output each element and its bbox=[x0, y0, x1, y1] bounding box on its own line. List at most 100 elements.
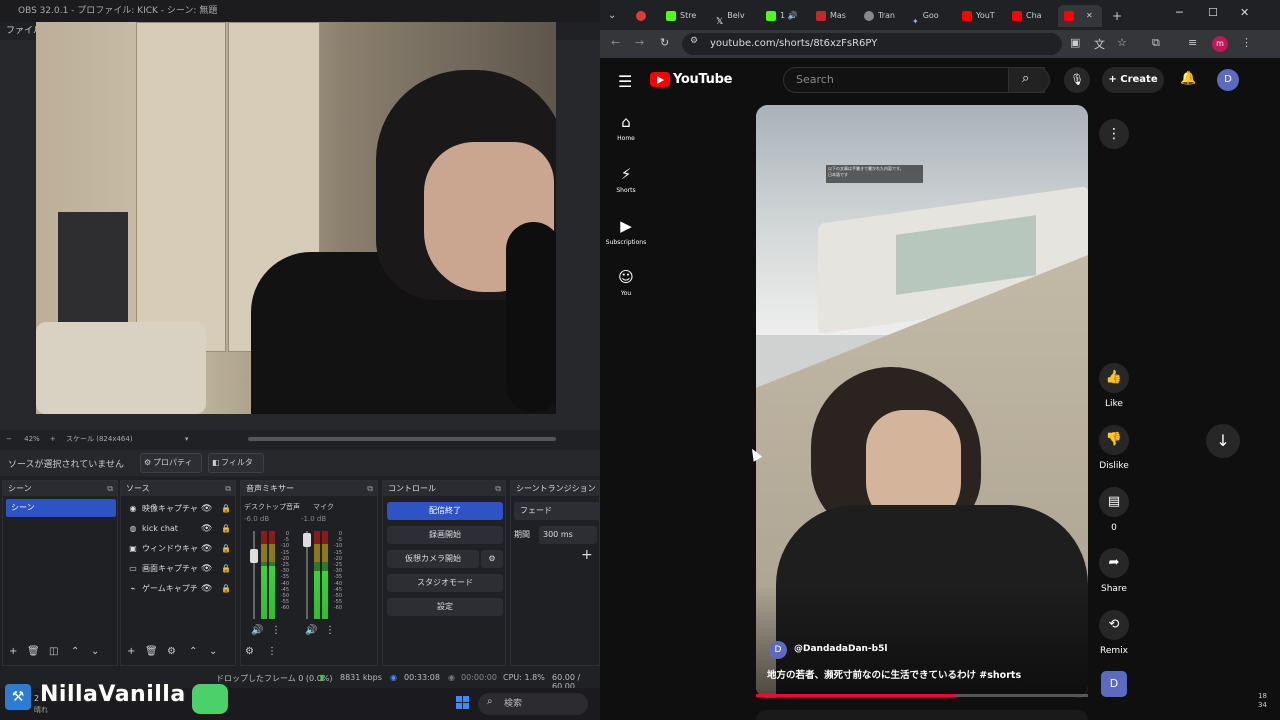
speaker-icon[interactable]: 🔊 bbox=[305, 625, 317, 636]
next-video-arrow-icon[interactable]: ↓ bbox=[1206, 424, 1240, 458]
address-bar[interactable]: youtube.com/shorts/8t6xzFsR6PY bbox=[682, 33, 1062, 55]
duration-input[interactable]: 300 ms bbox=[539, 526, 597, 544]
add-transition-icon[interactable]: + bbox=[581, 547, 593, 563]
window-close-icon[interactable]: ✕ bbox=[1240, 6, 1249, 19]
media-controls-icon[interactable]: ≡ bbox=[1188, 36, 1197, 49]
extensions-icon[interactable]: ⧉ bbox=[1152, 36, 1160, 50]
tab[interactable]: 𝕏Belv bbox=[716, 5, 756, 27]
zoom-out-icon[interactable]: − bbox=[6, 435, 12, 443]
source-row[interactable]: ▭ 画面キャプチャ 👁 🔒 bbox=[127, 560, 235, 578]
chevron-down-icon[interactable]: ▾ bbox=[185, 435, 189, 443]
dock-float-icon[interactable]: ⧉ bbox=[107, 481, 113, 496]
comments-button[interactable]: ▤ 0 bbox=[1096, 487, 1132, 533]
dock-float-icon[interactable]: ⧉ bbox=[367, 481, 373, 496]
move-up-icon[interactable]: ⌃ bbox=[189, 646, 197, 657]
channel-name[interactable]: @DandadaDan-b5l bbox=[794, 644, 887, 654]
minimize-icon[interactable]: ─ bbox=[1176, 6, 1183, 19]
virtual-camera-button[interactable]: 仮想カメラ開始 bbox=[387, 550, 479, 568]
start-recording-button[interactable]: 録画開始 bbox=[387, 526, 503, 544]
like-button[interactable]: 👍 Like bbox=[1096, 363, 1132, 409]
dock-float-icon[interactable]: ⧉ bbox=[225, 481, 231, 496]
lock-icon[interactable]: 🔒 bbox=[221, 540, 231, 558]
volume-fader-handle[interactable] bbox=[303, 533, 311, 547]
stop-streaming-button[interactable]: 配信終了 bbox=[387, 502, 503, 520]
windows-start-icon[interactable] bbox=[456, 696, 470, 710]
audio-source-avatar[interactable]: D bbox=[1101, 671, 1127, 697]
close-icon[interactable]: ✕ bbox=[1086, 11, 1093, 20]
short-title[interactable]: 地方の若者、瀕死寸前なのに生活できているわけ #shorts bbox=[767, 667, 1021, 681]
tab[interactable]: 1 🔊 bbox=[766, 5, 806, 27]
tab-active[interactable]: ✕ bbox=[1058, 5, 1102, 27]
move-down-icon[interactable]: ⌄ bbox=[209, 646, 217, 657]
tab[interactable]: ✦Goo bbox=[912, 5, 952, 27]
move-up-icon[interactable]: ⌃ bbox=[71, 646, 79, 657]
lock-icon[interactable]: 🔒 bbox=[221, 580, 231, 598]
virtual-camera-settings-button[interactable]: ⚙ bbox=[481, 550, 503, 568]
move-down-icon[interactable]: ⌄ bbox=[91, 646, 99, 657]
transition-select[interactable]: フェード bbox=[514, 502, 600, 520]
tab[interactable]: Mas bbox=[816, 5, 856, 27]
new-tab-button[interactable]: + bbox=[1112, 5, 1126, 27]
nav-subscriptions[interactable]: ▶ Subscriptions bbox=[604, 217, 648, 246]
add-icon[interactable]: + bbox=[127, 646, 135, 657]
more-vertical-icon[interactable]: ⋮ bbox=[325, 625, 335, 636]
lock-icon[interactable]: 🔒 bbox=[221, 520, 231, 538]
reload-icon[interactable]: ↻ bbox=[660, 36, 669, 49]
filter-icon[interactable]: ◫ bbox=[49, 646, 58, 657]
eye-icon[interactable]: 👁 bbox=[201, 540, 212, 558]
source-row[interactable]: ▣ ウィンドウキャプチ👁 🔒 bbox=[127, 540, 235, 558]
source-row[interactable]: ⌁ ゲームキャプチャ👁 🔒 bbox=[127, 580, 235, 598]
eye-icon[interactable]: 👁 bbox=[201, 520, 212, 538]
nav-home[interactable]: ⌂ Home bbox=[604, 113, 648, 142]
back-icon[interactable]: ← bbox=[611, 36, 620, 49]
notifications-bell-icon[interactable]: 🔔 bbox=[1180, 71, 1196, 86]
share-button[interactable]: ➦ Share bbox=[1096, 548, 1132, 594]
studio-mode-button[interactable]: スタジオモード bbox=[387, 574, 503, 592]
preview-horizontal-scrollbar[interactable] bbox=[248, 437, 556, 441]
remix-button[interactable]: ⟲ Remix bbox=[1096, 610, 1132, 656]
tab[interactable]: Cha bbox=[1012, 5, 1052, 27]
tab[interactable]: Tran bbox=[864, 5, 904, 27]
more-vertical-icon[interactable]: ⋮ bbox=[1241, 36, 1252, 49]
trash-icon[interactable]: 🗑 bbox=[27, 646, 40, 657]
dislike-button[interactable]: 👎 Dislike bbox=[1096, 425, 1132, 471]
settings-button[interactable]: 設定 bbox=[387, 598, 503, 616]
tab[interactable]: YouT bbox=[962, 5, 1002, 27]
nav-shorts[interactable]: ⚡ Shorts bbox=[604, 165, 648, 194]
tab[interactable]: Stre bbox=[666, 5, 706, 27]
webcam-preview[interactable] bbox=[36, 22, 556, 414]
site-info-icon[interactable]: ⚙ bbox=[690, 36, 698, 46]
lock-icon[interactable]: 🔒 bbox=[221, 560, 231, 578]
tab-search-icon[interactable]: ⌄ bbox=[608, 5, 624, 27]
more-vertical-icon[interactable]: ⋮ bbox=[271, 625, 281, 636]
youtube-wordmark[interactable]: YouTube bbox=[673, 72, 732, 87]
dock-float-icon[interactable]: ⧉ bbox=[495, 481, 501, 496]
volume-fader-handle[interactable] bbox=[250, 549, 258, 563]
forward-icon[interactable]: → bbox=[635, 36, 644, 49]
search-input[interactable]: Search bbox=[783, 67, 1045, 93]
scene-item[interactable]: シーン bbox=[6, 499, 116, 517]
preview-scale[interactable]: スケール (824x464) bbox=[66, 435, 133, 443]
lock-icon[interactable]: 🔒 bbox=[221, 500, 231, 518]
profile-avatar[interactable]: m bbox=[1212, 36, 1228, 52]
source-row[interactable]: ◍ kick chat 👁 🔒 bbox=[127, 520, 235, 538]
eye-icon[interactable]: 👁 bbox=[201, 580, 212, 598]
page-scrollbar[interactable] bbox=[1268, 60, 1278, 660]
more-options-icon[interactable]: ⋮ bbox=[1099, 119, 1129, 149]
translate-icon[interactable]: 文 bbox=[1094, 36, 1105, 52]
eye-icon[interactable]: 👁 bbox=[201, 560, 212, 578]
account-avatar[interactable]: D bbox=[1217, 69, 1239, 91]
speaker-icon[interactable]: 🔊 bbox=[251, 625, 263, 636]
eye-icon[interactable]: 👁 bbox=[201, 500, 212, 518]
cast-icon[interactable]: ▣ bbox=[1070, 36, 1080, 49]
tab-favicon-google[interactable] bbox=[636, 5, 652, 27]
add-icon[interactable]: + bbox=[9, 646, 17, 657]
source-row[interactable]: ◉ 映像キャプチャデ👁 🔒 bbox=[127, 500, 235, 518]
voice-search-icon[interactable]: 🎙 bbox=[1064, 67, 1090, 93]
bookmark-star-icon[interactable]: ☆ bbox=[1117, 36, 1127, 49]
advanced-audio-icon[interactable]: ⚙ bbox=[245, 646, 254, 657]
channel-avatar[interactable]: D bbox=[769, 641, 787, 659]
properties-button[interactable]: ⚙ プロパティ bbox=[140, 453, 202, 473]
taskbar-search[interactable]: 検索 bbox=[478, 693, 588, 715]
more-vertical-icon[interactable]: ⋮ bbox=[267, 646, 277, 657]
